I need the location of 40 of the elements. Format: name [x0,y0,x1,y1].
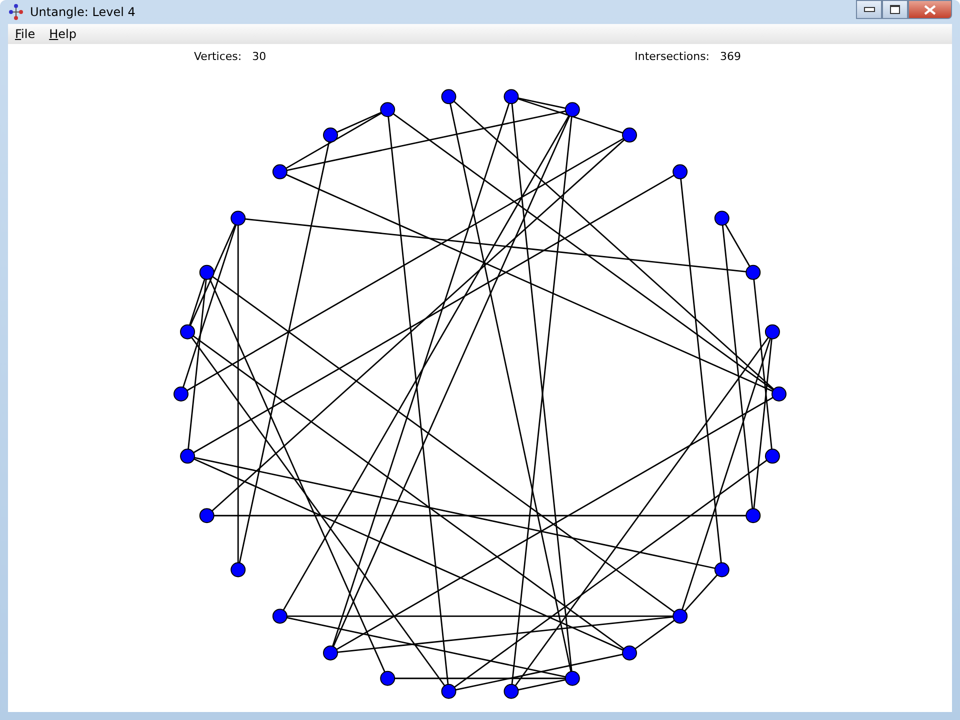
vertex-node[interactable] [199,508,214,524]
vertex-node[interactable] [323,645,338,660]
window-title: Untangle: Level 4 [30,5,136,19]
menu-item[interactable]: Help [49,27,76,41]
vertex-node[interactable] [199,264,214,280]
vertex-node[interactable] [441,684,456,699]
minimize-button[interactable] [856,0,882,19]
vertex-node[interactable] [622,645,637,660]
stat-text: Vertices: 30 [194,50,266,65]
vertex-node[interactable] [180,324,196,340]
vertex-node[interactable] [564,102,580,118]
vertex-node[interactable] [746,264,761,280]
vertex-node[interactable] [622,128,637,143]
vertex-node[interactable] [272,608,288,624]
vertex-node[interactable] [380,102,396,118]
menu-item[interactable]: File [15,27,36,41]
vertex-node[interactable] [180,448,196,464]
graph-icon [8,4,24,20]
vertex-node[interactable] [764,324,780,340]
maximize-button[interactable] [882,0,908,19]
stat-text: Intersections: 369 [634,50,741,65]
vertex-node[interactable] [764,448,780,464]
vertex-node[interactable] [230,562,246,578]
close-button[interactable] [908,0,952,19]
vertex-node[interactable] [504,684,519,699]
vertex-node[interactable] [772,386,786,402]
vertex-node[interactable] [672,164,688,180]
vertex-node[interactable] [380,670,396,686]
vertex-node[interactable] [672,608,688,624]
vertex-node[interactable] [746,508,761,524]
vertex-node[interactable] [230,210,246,226]
vertex-node[interactable] [714,562,730,578]
vertex-node[interactable] [272,164,288,180]
vertex-node[interactable] [504,89,519,104]
vertex-node[interactable] [323,128,338,143]
vertex-node[interactable] [714,210,730,226]
vertex-node[interactable] [441,89,456,104]
vertex-node[interactable] [174,386,188,402]
close-icon [924,4,936,14]
vertex-node[interactable] [564,670,580,686]
